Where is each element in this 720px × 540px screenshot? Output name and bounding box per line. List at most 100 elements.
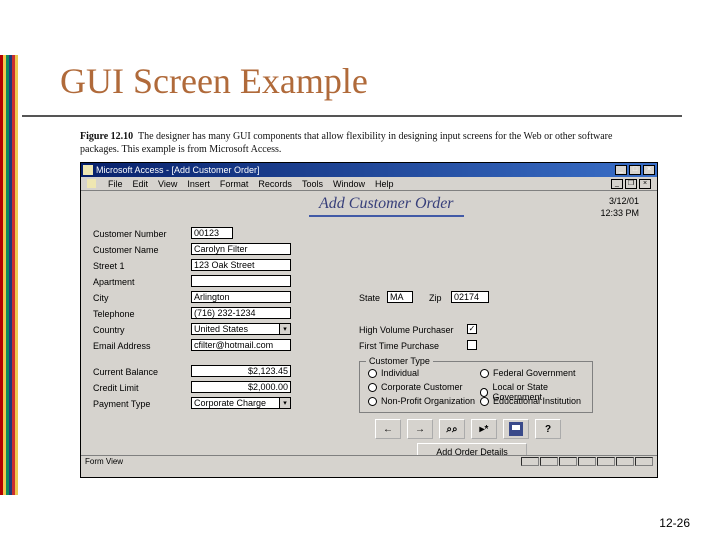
radio-individual[interactable]: Individual xyxy=(368,368,419,378)
radio-icon xyxy=(368,397,377,406)
doc-restore-button[interactable]: ❐ xyxy=(625,179,637,189)
app-icon xyxy=(83,165,93,175)
doc-close-button[interactable]: × xyxy=(639,179,651,189)
arrow-left-icon: ← xyxy=(383,424,393,435)
new-record-icon: ▸* xyxy=(480,424,489,435)
customer-number-label: Customer Number xyxy=(93,229,167,239)
email-label: Email Address xyxy=(93,341,151,351)
doc-minimize-button[interactable]: _ xyxy=(611,179,623,189)
city-label: City xyxy=(93,293,109,303)
payment-type-combo[interactable]: Corporate Charge ▾ xyxy=(191,397,291,409)
credit-limit-label: Credit Limit xyxy=(93,383,139,393)
telephone-input[interactable]: (716) 232-1234 xyxy=(191,307,291,319)
menu-window[interactable]: Window xyxy=(333,179,365,189)
menubar: File Edit View Insert Format Records Too… xyxy=(81,177,657,191)
radio-federal[interactable]: Federal Government xyxy=(480,368,576,378)
title-rule xyxy=(22,115,682,117)
high-volume-checkbox[interactable]: ✓ xyxy=(467,324,477,334)
close-button[interactable]: × xyxy=(643,165,655,175)
save-button[interactable] xyxy=(503,419,529,439)
figure-label: Figure 12.10 xyxy=(80,131,133,142)
customer-number-input[interactable]: 00123 xyxy=(191,227,233,239)
access-window: Microsoft Access - [Add Customer Order] … xyxy=(80,162,658,478)
menu-records[interactable]: Records xyxy=(258,179,292,189)
titlebar: Microsoft Access - [Add Customer Order] … xyxy=(81,163,657,177)
payment-type-value: Corporate Charge xyxy=(191,397,279,409)
state-input[interactable]: MA xyxy=(387,291,413,303)
radio-icon xyxy=(368,369,377,378)
menu-edit[interactable]: Edit xyxy=(133,179,149,189)
street1-input[interactable]: 123 Oak Street xyxy=(191,259,291,271)
email-input[interactable]: cfilter@hotmail.com xyxy=(191,339,291,351)
maximize-button[interactable]: □ xyxy=(629,165,641,175)
status-cell xyxy=(540,457,558,466)
figure-text: The designer has many GUI components tha… xyxy=(80,131,612,155)
statusbar: Form View xyxy=(81,455,657,467)
menu-tools[interactable]: Tools xyxy=(302,179,323,189)
nav-prev-button[interactable]: ← xyxy=(375,419,401,439)
zip-label: Zip xyxy=(429,293,442,303)
status-cell xyxy=(578,457,596,466)
status-text: Form View xyxy=(85,457,123,466)
customer-type-title: Customer Type xyxy=(366,356,433,366)
state-label: State xyxy=(359,293,380,303)
arrow-right-icon: → xyxy=(415,424,425,435)
menu-insert[interactable]: Insert xyxy=(187,179,210,189)
credit-limit-input[interactable]: $2,000.00 xyxy=(191,381,291,393)
street1-label: Street 1 xyxy=(93,261,125,271)
high-volume-label: High Volume Purchaser xyxy=(359,325,454,335)
apartment-label: Apartment xyxy=(93,277,135,287)
current-balance-label: Current Balance xyxy=(93,367,158,377)
country-combo[interactable]: United States ▾ xyxy=(191,323,291,335)
nav-next-button[interactable]: → xyxy=(407,419,433,439)
radio-nonprofit[interactable]: Non-Profit Organization xyxy=(368,396,475,406)
doc-icon xyxy=(87,179,96,188)
nav-toolbar: ← → ⌕⌕ ▸* ? xyxy=(375,419,561,439)
status-cell xyxy=(559,457,577,466)
country-label: Country xyxy=(93,325,125,335)
current-balance-input[interactable]: $2,123.45 xyxy=(191,365,291,377)
window-title: Microsoft Access - [Add Customer Order] xyxy=(96,165,615,175)
chevron-down-icon[interactable]: ▾ xyxy=(279,323,291,335)
first-time-label: First Time Purchase xyxy=(359,341,439,351)
status-cell xyxy=(635,457,653,466)
telephone-label: Telephone xyxy=(93,309,135,319)
menu-help[interactable]: Help xyxy=(375,179,394,189)
payment-type-label: Payment Type xyxy=(93,399,150,409)
form-area: Add Customer Order 3/12/01 12:33 PM Cust… xyxy=(81,191,657,467)
form-title: Add Customer Order xyxy=(309,195,464,217)
nav-new-button[interactable]: ▸* xyxy=(471,419,497,439)
country-value: United States xyxy=(191,323,279,335)
status-cell xyxy=(597,457,615,466)
status-cell xyxy=(616,457,634,466)
question-icon: ? xyxy=(545,424,551,435)
menu-file[interactable]: File xyxy=(108,179,123,189)
page-number: 12-26 xyxy=(659,516,690,530)
slide-accent-stripe xyxy=(0,55,18,495)
chevron-down-icon[interactable]: ▾ xyxy=(279,397,291,409)
date-label: 3/12/01 xyxy=(600,195,639,207)
status-cell xyxy=(521,457,539,466)
radio-icon xyxy=(480,397,489,406)
menu-view[interactable]: View xyxy=(158,179,177,189)
city-input[interactable]: Arlington xyxy=(191,291,291,303)
zip-input[interactable]: 02174 xyxy=(451,291,489,303)
radio-corporate[interactable]: Corporate Customer xyxy=(368,382,463,392)
help-button[interactable]: ? xyxy=(535,419,561,439)
customer-name-input[interactable]: Carolyn Filter xyxy=(191,243,291,255)
figure-caption: Figure 12.10 The designer has many GUI c… xyxy=(80,131,640,156)
binoculars-icon: ⌕⌕ xyxy=(446,424,457,435)
slide-title: GUI Screen Example xyxy=(60,60,368,102)
customer-type-group: Customer Type Individual Corporate Custo… xyxy=(359,361,593,413)
first-time-checkbox[interactable] xyxy=(467,340,477,350)
menu-format[interactable]: Format xyxy=(220,179,249,189)
find-button[interactable]: ⌕⌕ xyxy=(439,419,465,439)
customer-name-label: Customer Name xyxy=(93,245,159,255)
minimize-button[interactable]: _ xyxy=(615,165,627,175)
time-label: 12:33 PM xyxy=(600,207,639,219)
date-time: 3/12/01 12:33 PM xyxy=(600,195,639,219)
radio-icon xyxy=(480,369,489,378)
status-cells xyxy=(521,457,653,466)
apartment-input[interactable] xyxy=(191,275,291,287)
radio-educational[interactable]: Educational Institution xyxy=(480,396,581,406)
